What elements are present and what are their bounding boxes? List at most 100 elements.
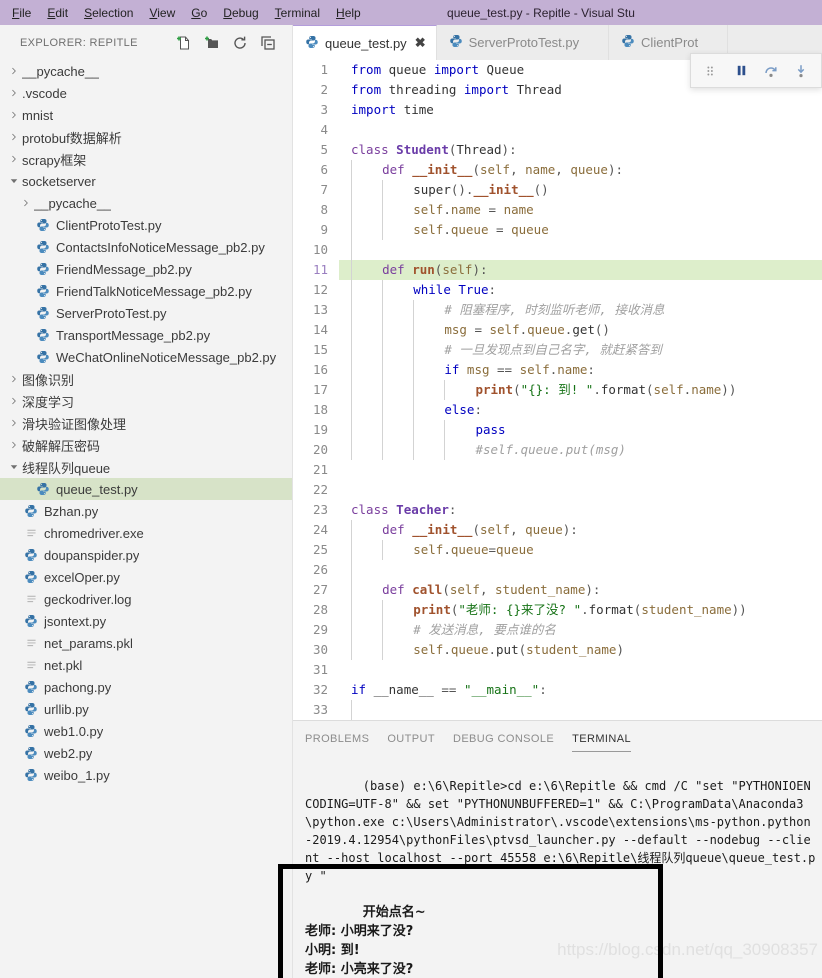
code-line: 5 class Student(Thread): <box>293 140 822 160</box>
panel-tab-problems[interactable]: PROBLEMS <box>305 721 369 756</box>
tree-item-queue_test.py[interactable]: queue_test.py <box>0 478 292 500</box>
debug-toolbar <box>690 53 822 88</box>
tree-item-exceloper.py[interactable]: excelOper.py <box>0 566 292 588</box>
tree-item-pachong.py[interactable]: pachong.py <box>0 676 292 698</box>
tree-item-label: jsontext.py <box>44 613 107 629</box>
tree-item-chromedriver.exe[interactable]: chromedriver.exe <box>0 522 292 544</box>
new-folder-icon[interactable] <box>204 35 220 51</box>
code-line: 14 msg = self.queue.get() <box>293 320 822 340</box>
panel-tab-debug-console[interactable]: DEBUG CONSOLE <box>453 721 554 756</box>
chevron-right-icon <box>6 63 22 79</box>
python-file-icon <box>34 218 52 232</box>
panel-tab-terminal[interactable]: TERMINAL <box>572 721 631 756</box>
drag-handle-icon[interactable] <box>699 58 723 84</box>
code-line: 26 <box>293 560 822 580</box>
code-line: 20 #self.queue.put(msg) <box>293 440 822 460</box>
tree-item-net.pkl[interactable]: net.pkl <box>0 654 292 676</box>
tree-item-friendmessage_pb2.py[interactable]: FriendMessage_pb2.py <box>0 258 292 280</box>
collapse-all-icon[interactable] <box>260 35 276 51</box>
line-content: self.queue = queue <box>339 220 822 240</box>
line-content: import time <box>351 102 434 117</box>
tree-item-urllib.py[interactable]: urllib.py <box>0 698 292 720</box>
tree-item-web1.0.py[interactable]: web1.0.py <box>0 720 292 742</box>
step-into-icon[interactable] <box>789 58 813 84</box>
tree-item-label: mnist <box>22 107 54 123</box>
code-editor[interactable]: 1 from queue import Queue 2 from threading … <box>293 60 822 720</box>
tree-item-serverprototest.py[interactable]: ServerProtoTest.py <box>0 302 292 324</box>
menu-go[interactable]: Go <box>183 3 215 23</box>
line-content: def run(self): <box>339 260 822 280</box>
step-over-icon[interactable] <box>759 58 783 84</box>
refresh-icon[interactable] <box>232 35 248 51</box>
explorer-title: EXPLORER: REPITLE <box>20 36 138 49</box>
tree-item-jsontext.py[interactable]: jsontext.py <box>0 610 292 632</box>
tree-item-mnist[interactable]: mnist <box>0 104 292 126</box>
tree-item-web2.py[interactable]: web2.py <box>0 742 292 764</box>
tree-item-transportmessage_pb2.py[interactable]: TransportMessage_pb2.py <box>0 324 292 346</box>
tree-item-label: ContactsInfoNoticeMessage_pb2.py <box>56 239 265 255</box>
line-number: 19 <box>312 422 328 437</box>
line-number: 13 <box>312 302 328 317</box>
menu-debug[interactable]: Debug <box>215 3 266 23</box>
pause-icon[interactable] <box>729 58 753 84</box>
python-file-icon <box>22 504 40 518</box>
explorer-header: EXPLORER: REPITLE <box>0 25 292 60</box>
tree-item-bzhan.py[interactable]: Bzhan.py <box>0 500 292 522</box>
tree-item-scrapy[interactable]: scrapy框架 <box>0 148 292 170</box>
close-icon[interactable]: ✖ <box>415 35 426 51</box>
tree-item-net_params.pkl[interactable]: net_params.pkl <box>0 632 292 654</box>
line-number: 4 <box>320 122 328 137</box>
tree-item-geckodriver.log[interactable]: geckodriver.log <box>0 588 292 610</box>
code-line: 15 # 一旦发现点到自己名字, 就赶紧答到 <box>293 340 822 360</box>
line-content: #self.queue.put(msg) <box>339 440 822 460</box>
tree-item-friendtalknoticemessage_pb2.py[interactable]: FriendTalkNoticeMessage_pb2.py <box>0 280 292 302</box>
line-number: 5 <box>320 142 328 157</box>
new-file-icon[interactable] <box>176 35 192 51</box>
menu-help[interactable]: Help <box>328 3 369 23</box>
python-file-icon <box>34 328 52 342</box>
menu-selection[interactable]: Selection <box>76 3 141 23</box>
tree-item-queue[interactable]: 线程队列queue <box>0 456 292 478</box>
tree-item-contactsinfonoticemessage_pb2.py[interactable]: ContactsInfoNoticeMessage_pb2.py <box>0 236 292 258</box>
menu-terminal[interactable]: Terminal <box>267 3 328 23</box>
editor-tab-serverprototest.py[interactable]: ServerProtoTest.py✖ <box>436 25 610 60</box>
python-file-icon <box>22 680 40 694</box>
code-line: 30 self.queue.put(student_name) <box>293 640 822 660</box>
panel-tab-output[interactable]: OUTPUT <box>387 721 435 756</box>
tree-item-socketserver[interactable]: socketserver <box>0 170 292 192</box>
menu-view[interactable]: View <box>141 3 183 23</box>
menu-file[interactable]: File <box>4 3 39 23</box>
tree-item-doupanspider.py[interactable]: doupanspider.py <box>0 544 292 566</box>
tree-item-[interactable]: 破解解压密码 <box>0 434 292 456</box>
tree-item-[interactable]: 深度学习 <box>0 390 292 412</box>
menu-edit[interactable]: Edit <box>39 3 76 23</box>
python-file-icon <box>22 746 40 760</box>
line-number: 21 <box>312 462 328 477</box>
chevron-right-icon <box>6 393 22 409</box>
tree-item-[interactable]: 滑块验证图像处理 <box>0 412 292 434</box>
tree-item-wechatonlinenoticemessage_pb2.py[interactable]: WeChatOnlineNoticeMessage_pb2.py <box>0 346 292 368</box>
line-content: # 发送消息, 要点谁的名 <box>339 620 822 640</box>
tree-item-label: excelOper.py <box>44 569 120 585</box>
terminal-content[interactable]: (base) e:\6\Repitle>cd e:\6\Repitle && c… <box>293 759 822 978</box>
tree-item-[interactable]: 图像识别 <box>0 368 292 390</box>
tree-item-__pycache__[interactable]: __pycache__ <box>0 60 292 82</box>
tree-item-clientprototest.py[interactable]: ClientProtoTest.py <box>0 214 292 236</box>
tree-item-.vscode[interactable]: .vscode <box>0 82 292 104</box>
editor-tab-label: ClientProt <box>641 35 699 50</box>
tree-item-__pycache__[interactable]: __pycache__ <box>0 192 292 214</box>
python-file-icon <box>34 240 52 254</box>
title-bar: File Edit Selection View Go Debug Terminal Help… <box>0 0 822 25</box>
line-content <box>339 240 822 260</box>
editor-tab-queue_test.py[interactable]: queue_test.py ✖ <box>293 25 437 60</box>
tree-item-protobuf[interactable]: protobuf数据解析 <box>0 126 292 148</box>
tree-item-weibo_1.py[interactable]: weibo_1.py <box>0 764 292 786</box>
line-number: 27 <box>312 582 328 597</box>
code-line: 7 super().__init__() <box>293 180 822 200</box>
tree-item-label: ClientProtoTest.py <box>56 217 162 233</box>
